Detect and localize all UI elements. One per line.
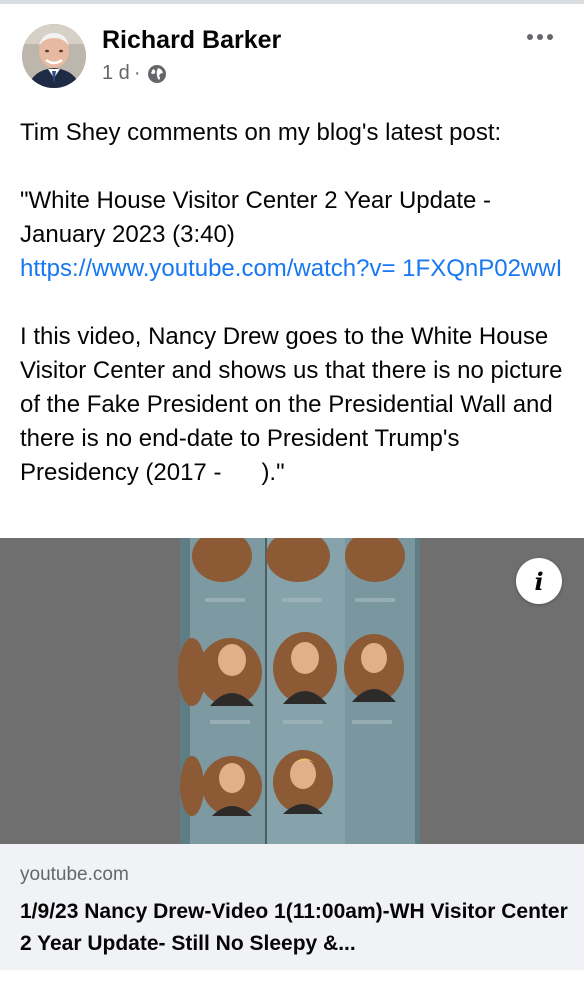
- author-name[interactable]: Richard Barker: [102, 26, 281, 55]
- post-text-intro: Tim Shey comments on my blog's latest po…: [20, 119, 502, 146]
- globe-icon: [148, 64, 167, 83]
- more-options-icon[interactable]: [520, 24, 560, 50]
- link-title[interactable]: 1/9/23 Nancy Drew-Video 1(11:00am)-WH Vi…: [20, 896, 570, 960]
- post-header: Richard Barker 1 d ·: [0, 0, 584, 110]
- video-thumbnail[interactable]: [0, 538, 584, 844]
- info-icon[interactable]: i: [516, 558, 562, 604]
- post-text-quote-body: I this video, Nancy Drew goes to the Whi…: [20, 323, 570, 486]
- meta-separator: ·: [133, 62, 141, 84]
- post-meta: 1 d ·: [102, 62, 167, 85]
- link-domain: youtube.com: [20, 864, 129, 885]
- avatar-photo: [22, 24, 86, 88]
- post-time[interactable]: 1 d: [102, 62, 130, 85]
- thumbnail-image: [0, 538, 584, 844]
- bottom-spacer: [0, 970, 584, 982]
- post-link[interactable]: https://www.youtube.com/watch?v= 1FXQnP0…: [20, 252, 570, 286]
- post-body: Tim Shey comments on my blog's latest po…: [20, 116, 570, 490]
- post-text-quote-title: "White House Visitor Center 2 Year Updat…: [20, 187, 498, 248]
- avatar[interactable]: [22, 24, 86, 88]
